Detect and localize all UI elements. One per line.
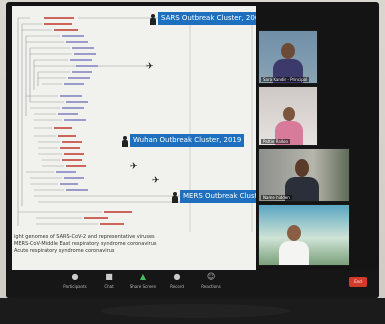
person-icon [150,14,156,25]
shared-slide: SARS Outbreak Cluster, 2002 ✈ Wuhan Outb… [12,6,256,270]
wuhan-cluster-label: Wuhan Outbreak Cluster, 2019 [130,134,245,147]
meeting-toolbar: ● Participants ■ Chat ▲ Share Screen ● R… [6,270,379,298]
record-icon: ● [173,272,181,281]
participant-name: Pattie Rallon [261,139,291,144]
participants-button[interactable]: ● Participants [60,272,90,290]
participant-name: Name hidden [261,195,292,200]
bird-icon: ✈ [146,62,154,72]
meeting-screen: SARS Outbreak Cluster, 2002 ✈ Wuhan Outb… [6,2,379,298]
participant-tile[interactable]: Pattie Rallon [258,86,318,146]
participant-tile[interactable]: Sara Kandir - Principal [258,30,318,84]
share-screen-button[interactable]: ▲ Share Screen [128,272,158,290]
caption-line: Acute respiratory syndrome coronavirus [14,248,115,254]
record-button[interactable]: ● Record [162,272,192,290]
monitor-stand [100,304,290,318]
sars-cluster-label: SARS Outbreak Cluster, 2002 [158,12,256,25]
participant-name: Sara Kandir - Principal [261,77,310,82]
monitor: SARS Outbreak Cluster, 2002 ✈ Wuhan Outb… [0,0,385,324]
bat-icon: ✈ [152,176,160,186]
chat-button[interactable]: ■ Chat [94,272,124,290]
share-screen-icon: ▲ [139,272,147,281]
participant-tile[interactable] [258,204,350,266]
person-icon [122,136,128,147]
mers-cluster-label: MERS Outbreak Clust [180,190,256,203]
caption-line: ight genomes of SARS-CoV-2 and represent… [14,234,155,240]
end-meeting-button[interactable]: End [349,277,367,287]
participant-tile[interactable]: Name hidden [258,148,350,202]
bird-icon: ✈ [130,162,138,172]
slide-caption: ight genomes of SARS-CoV-2 and represent… [14,234,254,255]
microphone-icon: ● [71,272,79,281]
caption-line: MERS-CoV-Middle East respiratory syndrom… [14,241,157,247]
avatar [279,241,309,265]
chat-icon: ■ [105,272,113,281]
participant-panel: Sara Kandir - Principal Pattie Rallon Na… [258,30,376,270]
person-icon [172,192,178,203]
reactions-icon: ☺ [207,272,216,281]
reactions-button[interactable]: ☺ Reactions [196,272,226,290]
